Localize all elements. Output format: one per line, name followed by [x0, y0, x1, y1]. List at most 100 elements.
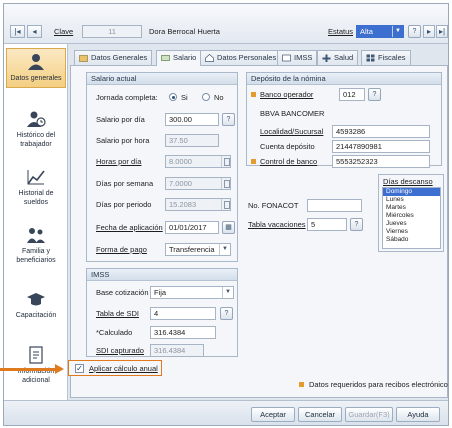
si-label: Si: [181, 93, 188, 102]
salario-panel: Salario actual Jornada completa: Si No S…: [70, 65, 448, 398]
legend-text: Datos requeridos para recibos electrónic…: [309, 380, 449, 389]
sidebar-item-datos-generales[interactable]: Datos generales: [6, 48, 66, 88]
base-cotizacion-select[interactable]: Fija ▼: [150, 286, 234, 299]
fonacot-label: No. FONACOT: [248, 201, 299, 210]
cuenta-field[interactable]: 21447890981: [332, 140, 430, 153]
fecha-field[interactable]: 01/01/2017: [165, 221, 219, 234]
group-title: Salario actual: [87, 73, 237, 85]
tab-datos-generales[interactable]: Datos Generales: [74, 50, 153, 65]
calculator-icon[interactable]: [221, 199, 230, 210]
required-marker: [251, 159, 256, 164]
sidebar-item-historico[interactable]: Histórico del trabajador: [6, 110, 66, 154]
fecha-label: Fecha de aplicación: [96, 223, 163, 232]
localidad-field[interactable]: 4593286: [332, 125, 430, 138]
control-field[interactable]: 5553252323: [332, 155, 430, 168]
first-record-button[interactable]: |◂: [10, 25, 25, 38]
horas-dia-field[interactable]: 8.0000: [165, 155, 231, 168]
chevron-down-icon: ▼: [219, 244, 230, 255]
banco-name: BBVA BANCOMER: [260, 109, 325, 118]
sdi-capturado-label: SDI capturado: [96, 346, 144, 355]
money-icon: [161, 55, 170, 61]
sidebar-item-label: Histórico del trabajador: [16, 132, 56, 148]
sidebar-item-label: Historial de sueldos: [18, 190, 54, 206]
horas-dia-value: 8.0000: [169, 157, 192, 166]
home-icon: [205, 54, 214, 62]
list-item[interactable]: Jueves: [383, 220, 440, 228]
group-title: IMSS: [87, 269, 237, 281]
deposito-group: Depósito de la nómina Banco operador 012…: [246, 72, 442, 168]
dias-semana-label: Días por semana: [96, 179, 154, 188]
vacaciones-field[interactable]: 5: [307, 218, 347, 231]
sidebar-item-label: Datos generales: [10, 75, 62, 82]
chart-money-icon: [27, 170, 45, 185]
help-icon[interactable]: ?: [222, 113, 235, 126]
dias-descanso-list[interactable]: Domingo Lunes Martes Miércoles Jueves Vi…: [382, 187, 441, 249]
jornada-no-radio[interactable]: [202, 93, 210, 101]
required-marker: [299, 382, 304, 387]
fonacot-field[interactable]: [307, 199, 362, 212]
help-icon[interactable]: ?: [408, 25, 421, 38]
sdi-capturado-field[interactable]: 316.4384: [150, 344, 204, 357]
list-item[interactable]: Lunes: [383, 196, 440, 204]
tab-salud[interactable]: Salud: [317, 50, 359, 65]
sidebar-item-historial-sueldos[interactable]: Historial de sueldos: [6, 168, 66, 212]
tab-datos-personales[interactable]: Datos Personales: [200, 50, 282, 65]
required-marker: [251, 92, 256, 97]
tab-label: IMSS: [294, 53, 313, 62]
estatus-select[interactable]: Alta ▼: [356, 25, 404, 38]
dias-periodo-value: 15.2083: [169, 200, 197, 209]
person-clock-icon: [27, 111, 46, 127]
salario-hora-field[interactable]: 37.50: [165, 134, 219, 147]
banco-label: Banco operador: [260, 90, 314, 99]
calculado-label: *Calculado: [96, 328, 133, 337]
help-icon[interactable]: ?: [220, 307, 233, 320]
calculator-icon[interactable]: [221, 178, 230, 189]
salario-dia-field[interactable]: 300.00: [165, 113, 219, 126]
help-icon[interactable]: ?: [350, 218, 363, 231]
sidebar-item-familia[interactable]: Familia y beneficiarios: [6, 226, 66, 270]
tab-imss[interactable]: IMSS: [277, 50, 318, 65]
imss-group: IMSS Base cotización Fija ▼ Tabla de SDI…: [86, 268, 238, 357]
next-record-button[interactable]: ▸: [423, 25, 435, 38]
list-item[interactable]: Miércoles: [383, 212, 440, 220]
dias-semana-value: 7.0000: [169, 179, 192, 188]
list-item[interactable]: Domingo: [383, 188, 440, 196]
help-icon[interactable]: ?: [368, 88, 381, 101]
record-toolbar: |◂ ◂ Clave 11 Dora Berrocal Huerta Estat…: [4, 4, 448, 44]
calculator-icon[interactable]: [221, 156, 230, 167]
forma-pago-select[interactable]: Transferencia ▼: [165, 243, 231, 256]
localidad-label: Localidad/Sucursal: [260, 127, 324, 136]
sidebar-item-capacitacion[interactable]: Capacitación: [6, 290, 66, 324]
accept-button[interactable]: Aceptar: [251, 407, 295, 422]
employee-window: |◂ ◂ Clave 11 Dora Berrocal Huerta Estat…: [3, 3, 449, 426]
jornada-si-radio[interactable]: [169, 93, 177, 101]
cancel-button[interactable]: Cancelar: [298, 407, 342, 422]
calculado-field[interactable]: 316.4384: [150, 326, 216, 339]
tabla-sdi-field[interactable]: 4: [150, 307, 216, 320]
tab-salario[interactable]: Salario: [156, 50, 202, 66]
document-info-icon: [29, 346, 43, 364]
calendar-icon[interactable]: ▦: [222, 221, 235, 234]
help-button[interactable]: Ayuda: [396, 407, 440, 422]
dias-semana-field[interactable]: 7.0000: [165, 177, 231, 190]
clave-label: Clave: [54, 27, 74, 36]
last-record-button[interactable]: ▸|: [436, 25, 448, 38]
save-button[interactable]: Guardar(F3): [345, 407, 393, 422]
sidebar-item-label: Capacitación: [15, 312, 57, 319]
tab-label: Datos Generales: [91, 53, 148, 62]
list-item[interactable]: Viernes: [383, 228, 440, 236]
clave-field[interactable]: 11: [82, 25, 142, 38]
salario-dia-label: Salario por día: [96, 115, 145, 124]
aplicar-calculo-anual-label[interactable]: Aplicar cálculo anual: [89, 364, 158, 373]
list-item[interactable]: Martes: [383, 204, 440, 212]
aplicar-calculo-anual-checkbox[interactable]: ✓: [75, 364, 84, 373]
estatus-label: Estatus: [328, 27, 354, 36]
tab-fiscales[interactable]: Fiscales: [361, 50, 411, 65]
banco-field[interactable]: 012: [339, 88, 365, 101]
previous-record-button[interactable]: ◂: [27, 25, 42, 38]
dias-periodo-field[interactable]: 15.2083: [165, 198, 231, 211]
tab-label: Fiscales: [378, 53, 406, 62]
forma-pago-value: Transferencia: [169, 245, 215, 254]
list-item[interactable]: Sábado: [383, 236, 440, 244]
highlight-arrow: [0, 368, 58, 371]
